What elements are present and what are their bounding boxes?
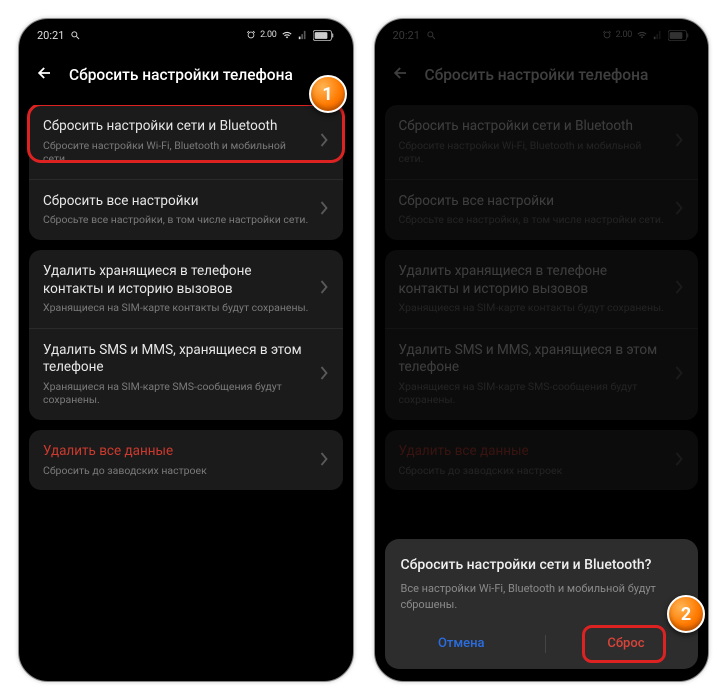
back-button[interactable] — [35, 63, 55, 87]
item-sub: Сбросите настройки Wi-Fi, Bluetooth и мо… — [43, 139, 312, 166]
group-2: Удалить хранящиеся в телефоне контакты и… — [29, 250, 343, 420]
alarm-icon — [246, 30, 256, 40]
phone-left: 20:21 2.00 Сбросить настройки телефона С… — [18, 18, 354, 682]
chevron-right-icon — [320, 132, 329, 151]
item-title: Сбросить все настройки — [43, 193, 312, 211]
item-title: Удалить хранящиеся в телефоне контакты и… — [43, 263, 312, 298]
item-delete-all-data[interactable]: Удалить все данные Сбросить до заводских… — [29, 430, 343, 490]
item-sub: Хранящиеся на SIM-карте контакты будут с… — [43, 301, 312, 315]
reset-button[interactable]: Сброс — [593, 630, 658, 657]
sheet-actions: Отмена Сброс — [401, 630, 683, 657]
page-title: Сбросить настройки телефона — [69, 66, 293, 84]
chevron-right-icon — [320, 279, 329, 298]
signal-icon — [297, 30, 309, 40]
group-3: Удалить все данные Сбросить до заводских… — [29, 430, 343, 490]
item-reset-network[interactable]: Сбросить настройки сети и Bluetooth Сбро… — [29, 105, 343, 179]
settings-content: Сбросить настройки сети и Bluetooth Сбро… — [19, 105, 353, 681]
item-title: Сбросить настройки сети и Bluetooth — [43, 118, 312, 136]
item-reset-all-settings[interactable]: Сбросить все настройки Сбросьте все наст… — [29, 179, 343, 240]
wifi-icon — [281, 30, 293, 40]
item-sub: Сбросьте все настройки, в том числе наст… — [43, 213, 312, 227]
sheet-title: Сбросить настройки сети и Bluetooth? — [401, 557, 683, 573]
confirm-sheet: Сбросить настройки сети и Bluetooth? Все… — [385, 539, 699, 669]
item-delete-contacts[interactable]: Удалить хранящиеся в телефоне контакты и… — [29, 250, 343, 328]
item-title: Удалить все данные — [43, 443, 312, 461]
item-delete-sms[interactable]: Удалить SMS и MMS, хранящиеся в этом тел… — [29, 328, 343, 420]
chevron-right-icon — [320, 451, 329, 470]
step-marker-1: 1 — [309, 75, 347, 113]
action-divider — [545, 635, 546, 653]
sheet-sub: Все настройки Wi-Fi, Bluetooth и мобильн… — [401, 581, 683, 612]
header: Сбросить настройки телефона — [19, 47, 353, 105]
battery-icon — [313, 30, 335, 41]
item-title: Удалить SMS и MMS, хранящиеся в этом тел… — [43, 342, 312, 377]
chevron-right-icon — [320, 200, 329, 219]
item-sub: Хранящиеся на SIM-карте SMS-сообщения бу… — [43, 380, 312, 407]
item-sub: Сбросить до заводских настроек — [43, 464, 312, 478]
step-marker-2: 2 — [667, 595, 705, 633]
status-bar: 20:21 2.00 — [19, 19, 353, 47]
status-net: 2.00 — [260, 30, 276, 40]
chevron-right-icon — [320, 365, 329, 384]
phone-right: 20:21 2.00 Сбросить настройки телефона С… — [374, 18, 710, 682]
search-icon — [70, 30, 81, 41]
status-time: 20:21 — [37, 29, 64, 42]
cancel-button[interactable]: Отмена — [424, 630, 499, 657]
group-1: Сбросить настройки сети и Bluetooth Сбро… — [29, 105, 343, 240]
